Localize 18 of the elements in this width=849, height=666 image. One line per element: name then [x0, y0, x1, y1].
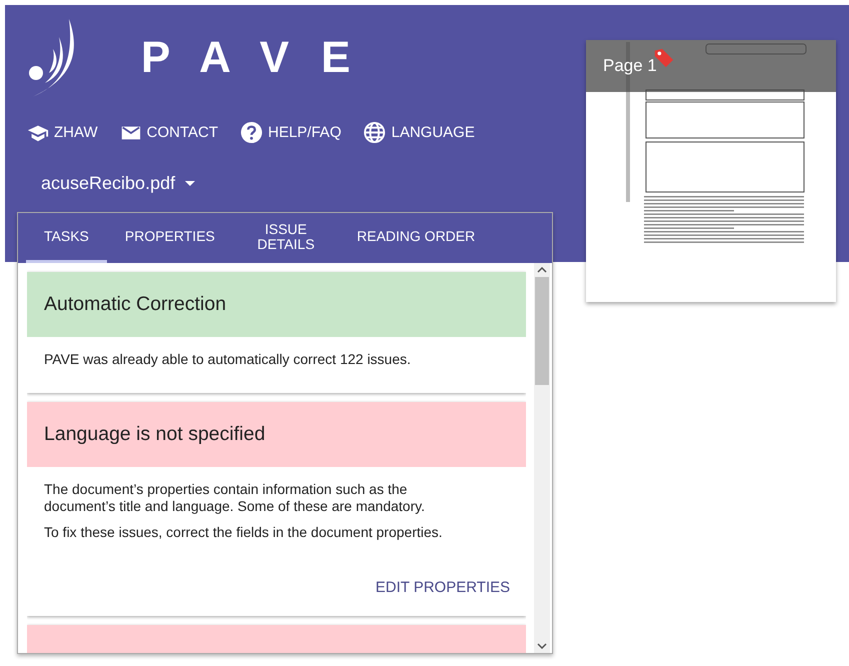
edit-properties-button[interactable]: EDIT PROPERTIES: [376, 575, 510, 600]
tab[interactable]: ISSUE DETAILS: [232, 213, 339, 263]
card-title: Automatic Correction: [44, 293, 226, 316]
card-text: To fix these issues, correct the fields in the document properties.: [44, 524, 444, 541]
card-text: PAVE was already able to automatically correct 122 issues.: [44, 351, 412, 368]
nav-link[interactable]: CONTACT: [120, 121, 218, 144]
nav-link[interactable]: ZHAW: [27, 121, 98, 144]
tab[interactable]: READING ORDER: [338, 213, 494, 263]
tab[interactable]: TASKS: [26, 213, 107, 263]
tab[interactable]: PROPERTIES: [106, 213, 233, 263]
page-preview[interactable]: Page 1: [586, 40, 836, 302]
page-label: Page 1: [603, 56, 657, 76]
card-text: The document’s properties contain information such as the document’s title and language. Some of these are mandatory.: [44, 480, 426, 516]
card-title: Language is not specified: [44, 422, 266, 446]
nav-link[interactable]: LANGUAGE: [363, 121, 475, 144]
file-dropdown[interactable]: acuseRecibo.pdf: [41, 169, 196, 198]
nav-link[interactable]: HELP/FAQ: [240, 121, 342, 144]
app-title: PAVE: [141, 33, 382, 83]
